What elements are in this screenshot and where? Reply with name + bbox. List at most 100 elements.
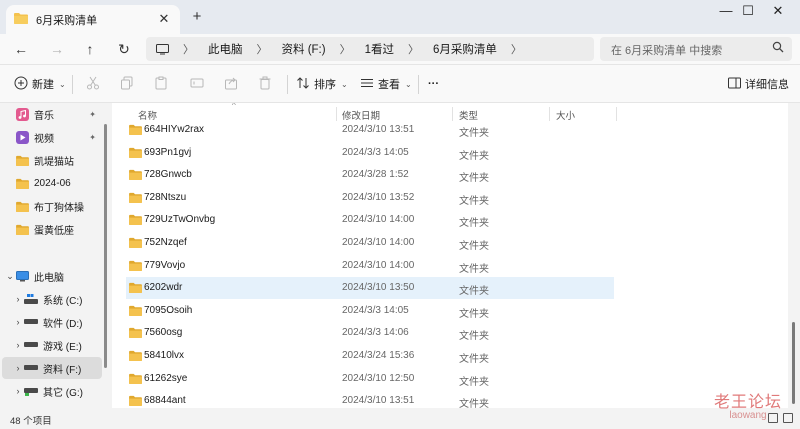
view-button[interactable]: 查看 ⌄ (360, 74, 412, 94)
file-type: 文件夹 (459, 173, 489, 185)
sidebar-item-label: 游戏 (E:) (43, 341, 82, 353)
view-list-icon (360, 76, 374, 93)
share-button[interactable] (224, 74, 238, 94)
window-close-button[interactable]: ✕ (756, 0, 800, 24)
delete-button[interactable] (258, 74, 272, 94)
table-row[interactable]: 728Ntszu 2024/3/10 13:52 文件夹 (126, 187, 614, 209)
breadcrumb-item-drive-f[interactable]: 资料 (F:) (282, 41, 326, 57)
breadcrumb-separator: 〉 (510, 44, 522, 56)
sidebar-item-folder[interactable]: 布丁狗体操 (4, 195, 100, 217)
file-type: 文件夹 (459, 331, 489, 343)
sidebar-item-drive-g[interactable]: › 其它 (G:) (12, 380, 100, 402)
back-button[interactable]: ← (10, 38, 32, 60)
chevron-right-icon[interactable]: › (12, 294, 24, 304)
table-row[interactable]: 7560osg 2024/3/3 14:06 文件夹 (126, 322, 614, 344)
new-tab-button[interactable]: + (188, 8, 206, 26)
table-row[interactable]: 779Vovjo 2024/3/10 14:00 文件夹 (126, 255, 614, 277)
paste-button[interactable] (154, 74, 168, 94)
table-row[interactable]: 61262sye 2024/3/10 12:50 文件夹 (126, 368, 614, 390)
new-label: 新建 (32, 79, 54, 91)
breadcrumb-item-watched[interactable]: 1看过 (365, 41, 394, 57)
video-icon (16, 130, 29, 144)
table-row[interactable]: 729UzTwOnvbg 2024/3/10 14:00 文件夹 (126, 209, 614, 231)
file-name: 7560osg (144, 327, 183, 339)
file-name: 68844ant (144, 395, 186, 407)
sidebar-item-music[interactable]: 音乐 ✦ (4, 103, 100, 125)
sort-button[interactable]: 排序 ⌄ (296, 74, 348, 94)
file-name: 779Vovjo (144, 259, 186, 271)
folder-icon (129, 192, 142, 206)
file-date: 2024/3/10 13:51 (342, 124, 415, 135)
table-row[interactable]: 693Pn1gvj 2024/3/3 14:05 文件夹 (126, 142, 614, 164)
tab-close-button[interactable]: ✕ (156, 11, 172, 27)
breadcrumb-separator: 〉 (407, 44, 419, 56)
address-bar-row: ← → ↑ ↻ 〉 此电脑 〉 资料 (F:) 〉 1看过 〉 6月采购清单 〉… (0, 34, 800, 64)
chevron-down-icon: ⌄ (341, 79, 348, 89)
table-row[interactable]: 664HIYw2rax 2024/3/10 13:51 文件夹 (126, 119, 614, 141)
sidebar-item-video[interactable]: 视频 ✦ (4, 126, 100, 148)
content-scrollbar[interactable] (792, 322, 795, 404)
sidebar-item-label: 音乐 (34, 110, 54, 122)
search-placeholder: 在 6月采购清单 中搜索 (611, 45, 723, 57)
sidebar-item-folder[interactable]: 2024-06 (4, 172, 100, 194)
forward-button[interactable]: → (46, 38, 68, 60)
file-date: 2024/3/10 13:52 (342, 191, 415, 203)
view-label: 查看 (378, 79, 400, 91)
sidebar-item-label: 蛋黄低座 (34, 225, 74, 237)
rename-button[interactable] (190, 74, 204, 94)
chevron-down-icon: ⌄ (405, 79, 412, 89)
folder-icon (16, 224, 29, 235)
sidebar-item-drive-d[interactable]: › 软件 (D:) (12, 311, 100, 333)
sidebar-item-this-pc[interactable]: ⌄ 此电脑 (4, 265, 100, 287)
table-row[interactable]: 7095Osoih 2024/3/3 14:05 文件夹 (126, 300, 614, 322)
file-type: 文件夹 (459, 308, 489, 320)
file-name: 61262sye (144, 372, 188, 384)
sidebar-item-label: 其它 (G:) (43, 387, 83, 399)
sidebar-item-folder[interactable]: 蛋黄低座 (4, 218, 100, 240)
details-button[interactable]: 详细信息 (728, 74, 789, 94)
rename-icon (190, 76, 204, 93)
more-options-button[interactable]: ··· (428, 74, 439, 94)
details-label: 详细信息 (745, 79, 789, 91)
sidebar-scrollbar[interactable] (104, 124, 107, 368)
sort-label: 排序 (314, 79, 336, 91)
tab-title: 6月采购清单 (36, 14, 98, 27)
chevron-right-icon[interactable]: › (12, 317, 24, 327)
sidebar-item-label: 系统 (C:) (43, 295, 83, 307)
file-name: 729UzTwOnvbg (144, 214, 216, 226)
drive-icon (24, 365, 38, 371)
sidebar-item-drive-c[interactable]: › 系统 (C:) (12, 288, 100, 310)
chevron-right-icon[interactable]: › (12, 340, 24, 350)
breadcrumb[interactable]: 〉 此电脑 〉 资料 (F:) 〉 1看过 〉 6月采购清单 〉 (146, 37, 594, 61)
table-row[interactable]: 68844ant 2024/3/10 13:51 文件夹 (126, 390, 614, 408)
tab-active[interactable]: 6月采购清单 ✕ (6, 5, 180, 34)
chevron-right-icon[interactable]: › (12, 363, 24, 373)
sidebar-item-folder[interactable]: 凯堤猫站 (4, 149, 100, 171)
copy-button[interactable] (120, 74, 134, 94)
sidebar-item-drive-e[interactable]: › 游戏 (E:) (12, 334, 100, 356)
file-type: 文件夹 (459, 218, 489, 230)
plus-circle-icon (14, 76, 28, 93)
command-bar: 新建 ⌄ 排序 ⌄ 查看 ⌄ ··· 详细信息 (0, 64, 800, 103)
search-input[interactable]: 在 6月采购清单 中搜索 (600, 37, 792, 61)
sidebar-item-drive-f[interactable]: › 资料 (F:) (2, 357, 102, 379)
chevron-down-icon[interactable]: ⌄ (4, 271, 16, 282)
table-row[interactable]: 6202wdr 2024/3/10 13:50 文件夹 (126, 277, 614, 300)
file-name: 664HIYw2rax (144, 124, 205, 135)
folder-icon (129, 214, 142, 228)
divider (287, 75, 288, 94)
new-button[interactable]: 新建 ⌄ (14, 74, 66, 94)
refresh-button[interactable]: ↻ (113, 38, 135, 60)
folder-icon (129, 373, 142, 387)
table-row[interactable]: 728Gnwcb 2024/3/28 1:52 文件夹 (126, 164, 614, 186)
breadcrumb-item-this-pc[interactable]: 此电脑 (208, 41, 243, 57)
table-row[interactable]: 752Nzqef 2024/3/10 14:00 文件夹 (126, 232, 614, 254)
column-divider[interactable] (616, 107, 617, 121)
breadcrumb-item-current[interactable]: 6月采购清单 (433, 41, 497, 57)
up-button[interactable]: ↑ (79, 38, 101, 60)
cut-button[interactable] (86, 74, 100, 94)
network-drive-icon (24, 386, 38, 396)
chevron-right-icon[interactable]: › (12, 386, 24, 396)
table-row[interactable]: 58410lvx 2024/3/24 15:36 文件夹 (126, 345, 614, 367)
file-name: 6202wdr (144, 282, 183, 294)
